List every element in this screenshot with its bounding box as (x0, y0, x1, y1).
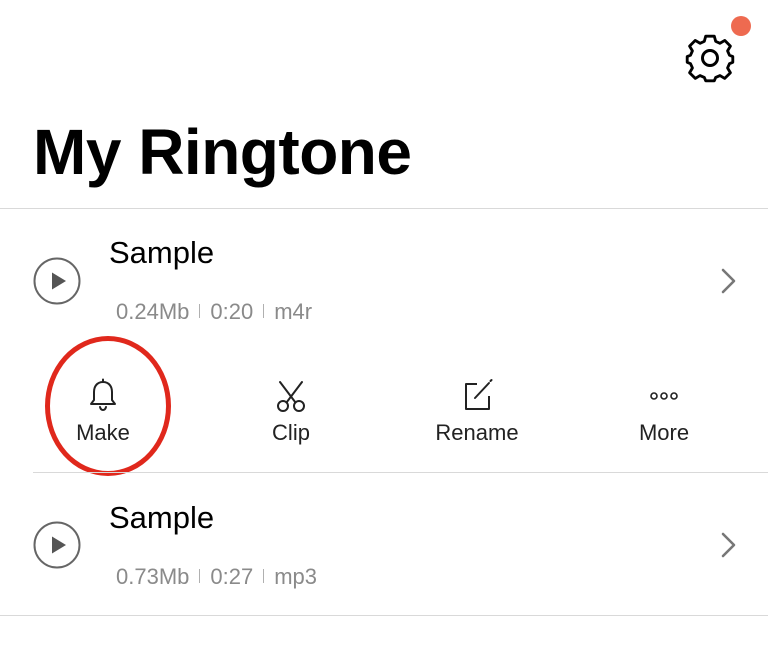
duration: 0:20 (210, 299, 254, 324)
play-button[interactable] (33, 521, 81, 569)
gear-icon (685, 34, 735, 83)
ringtone-meta: 0.73Mb 0:27 mp3 (116, 563, 317, 591)
app-screen: My Ringtone Sample 0.24Mb 0:20 m4r Make (0, 0, 768, 666)
make-label: Make (76, 420, 130, 445)
bell-icon (83, 376, 123, 416)
notification-dot (731, 16, 751, 36)
clip-label: Clip (272, 420, 310, 445)
file-size: 0.24Mb (116, 299, 190, 324)
meta-separator (263, 569, 265, 583)
meta-separator (263, 304, 265, 318)
ringtone-name: Sample (109, 500, 215, 535)
page-title: My Ringtone (33, 116, 412, 188)
meta-separator (199, 304, 201, 318)
scissors-icon (271, 376, 311, 416)
make-action[interactable]: Make (33, 370, 173, 460)
play-button[interactable] (33, 257, 81, 305)
meta-separator (199, 569, 201, 583)
ringtone-name: Sample (109, 235, 215, 270)
chevron-right-icon[interactable] (716, 530, 740, 560)
duration: 0:27 (210, 564, 254, 589)
file-format: mp3 (274, 564, 318, 589)
more-icon (644, 376, 684, 416)
file-format: m4r (274, 299, 313, 324)
rename-label: Rename (435, 420, 519, 445)
more-action[interactable]: More (594, 370, 734, 460)
settings-button[interactable] (684, 32, 736, 84)
play-icon (33, 257, 81, 305)
edit-icon (457, 376, 497, 416)
clip-action[interactable]: Clip (221, 370, 361, 460)
rename-action[interactable]: Rename (407, 370, 547, 460)
more-label: More (638, 420, 690, 445)
file-size: 0.73Mb (116, 564, 190, 589)
play-icon (33, 521, 81, 569)
ringtone-row[interactable]: Sample 0.73Mb 0:27 mp3 (0, 473, 768, 615)
chevron-right-icon[interactable] (716, 266, 740, 296)
ringtone-meta: 0.24Mb 0:20 m4r (116, 298, 312, 326)
list-bottom-divider (0, 615, 768, 616)
ringtone-row[interactable]: Sample 0.24Mb 0:20 m4r (0, 209, 768, 339)
